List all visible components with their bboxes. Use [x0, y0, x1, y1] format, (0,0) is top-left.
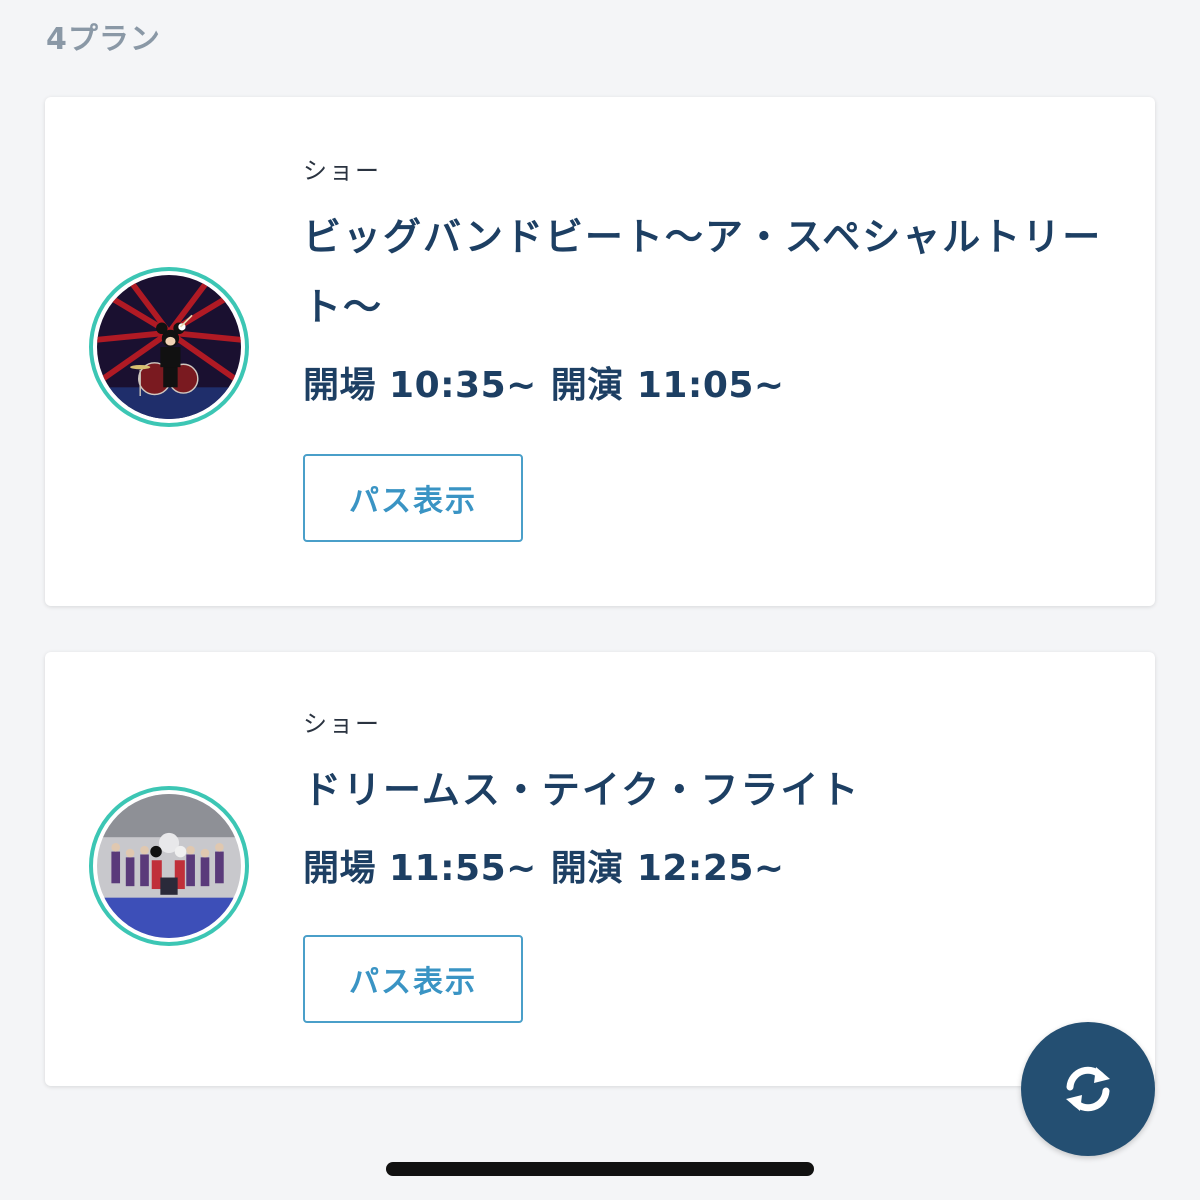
- plan-thumbnail: [89, 267, 249, 427]
- refresh-icon: [1066, 1066, 1110, 1112]
- show-pass-button[interactable]: パス表示: [303, 454, 523, 542]
- open-time: 開場 11:55~: [303, 848, 537, 889]
- show-time: 開演 12:25~: [550, 848, 785, 889]
- plan-category: ショー: [303, 157, 381, 185]
- refresh-button[interactable]: [1021, 1022, 1155, 1156]
- stage-performers-image: [97, 794, 241, 938]
- plan-card: ショー ビッグバンドビート〜ア・スペシャルトリート〜 開場 10:35~ 開演 1…: [45, 97, 1155, 606]
- plan-count-label: 4プラン: [46, 22, 161, 57]
- plan-times: 開場 10:35~ 開演 11:05~: [303, 356, 1105, 408]
- plan-thumbnail: [89, 786, 249, 946]
- plan-title: ドリームス・テイク・フライト: [303, 768, 861, 812]
- home-indicator[interactable]: [386, 1162, 814, 1176]
- mickey-drummer-image: [97, 275, 241, 419]
- plan-card: ショー ドリームス・テイク・フライト 開場 11:55~ 開演 12:25~ パス…: [45, 652, 1155, 1086]
- plan-times: 開場 11:55~ 開演 12:25~: [303, 839, 1105, 891]
- open-time: 開場 10:35~: [303, 365, 537, 406]
- show-pass-button[interactable]: パス表示: [303, 935, 523, 1023]
- show-time: 開演 11:05~: [550, 365, 785, 406]
- plan-category: ショー: [303, 710, 381, 738]
- plan-title: ビッグバンドビート〜ア・スペシャルトリート〜: [303, 215, 1103, 329]
